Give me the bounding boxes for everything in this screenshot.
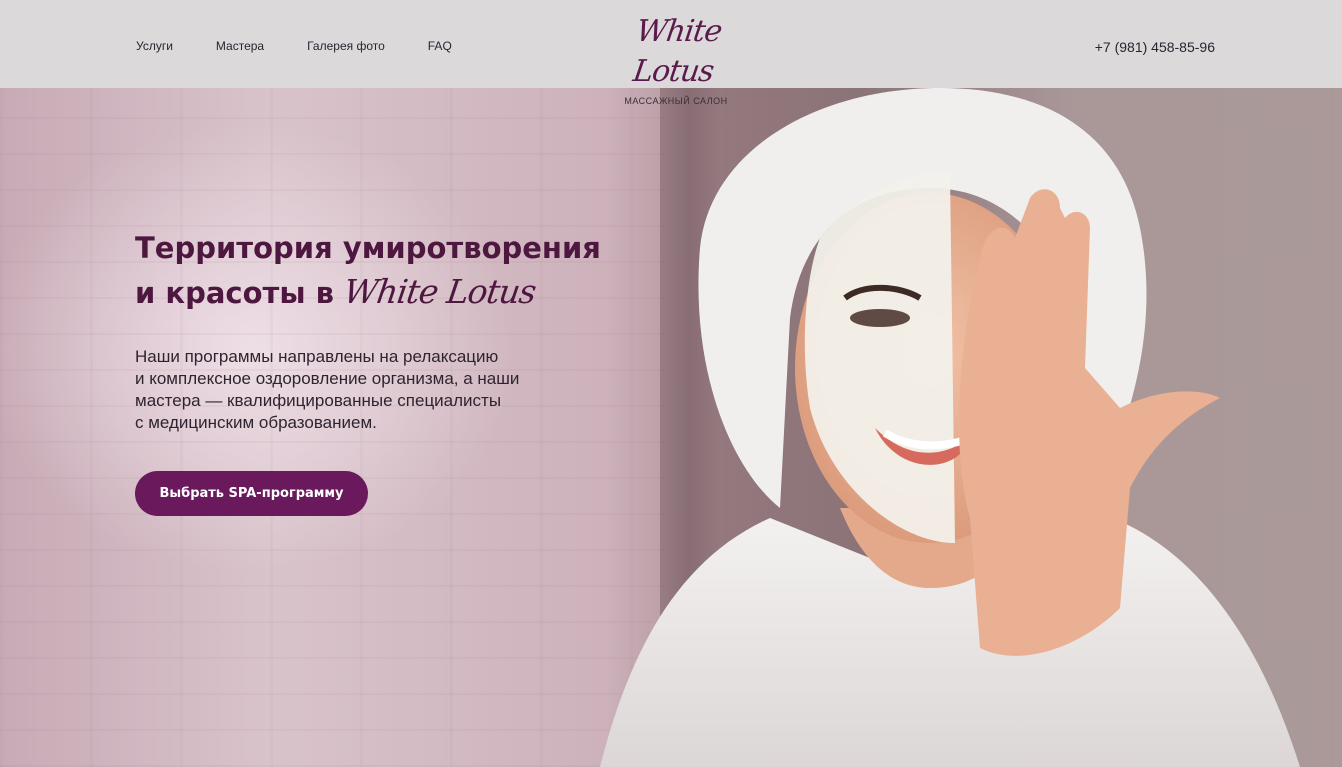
hero-title-line2: и красоты в <box>135 276 335 310</box>
nav-item-masters[interactable]: Мастера <box>216 39 264 53</box>
logo-subtitle: МАССАЖНЫЙ САЛОН <box>624 96 728 106</box>
hero-description-line: Наши программы направлены на релаксацию <box>135 347 499 366</box>
hero-section: Территория умиротворения и красоты в Whi… <box>0 88 1342 767</box>
main-nav: Услуги Мастера Галерея фото FAQ <box>136 39 452 53</box>
hero-photo-woman-with-face-mask <box>600 88 1342 767</box>
hero-description-line: с медицинским образованием. <box>135 413 377 432</box>
site-header: Услуги Мастера Галерея фото FAQ White Lo… <box>0 0 1342 106</box>
hero-description-line: и комплексное оздоровление организма, а … <box>135 369 520 388</box>
nav-item-faq[interactable]: FAQ <box>428 39 452 53</box>
hero-title: Территория умиротворения и красоты в Whi… <box>135 226 655 315</box>
phone-link[interactable]: +7 (981) 458-85-96 <box>1095 39 1215 55</box>
hero-title-line1: Территория умиротворения <box>135 231 601 265</box>
nav-item-services[interactable]: Услуги <box>136 39 173 53</box>
hero-title-brand: White Lotus <box>341 272 539 311</box>
logo[interactable]: White Lotus МАССАЖНЫЙ САЛОН <box>606 12 746 106</box>
hero-description-line: мастера — квалифицированные специалисты <box>135 391 502 410</box>
choose-spa-program-button[interactable]: Выбрать SPA-программу <box>135 471 368 516</box>
nav-item-gallery[interactable]: Галерея фото <box>307 39 385 53</box>
logo-wordmark: White Lotus <box>630 14 724 89</box>
hero-description: Наши программы направлены на релаксацию … <box>135 346 565 434</box>
